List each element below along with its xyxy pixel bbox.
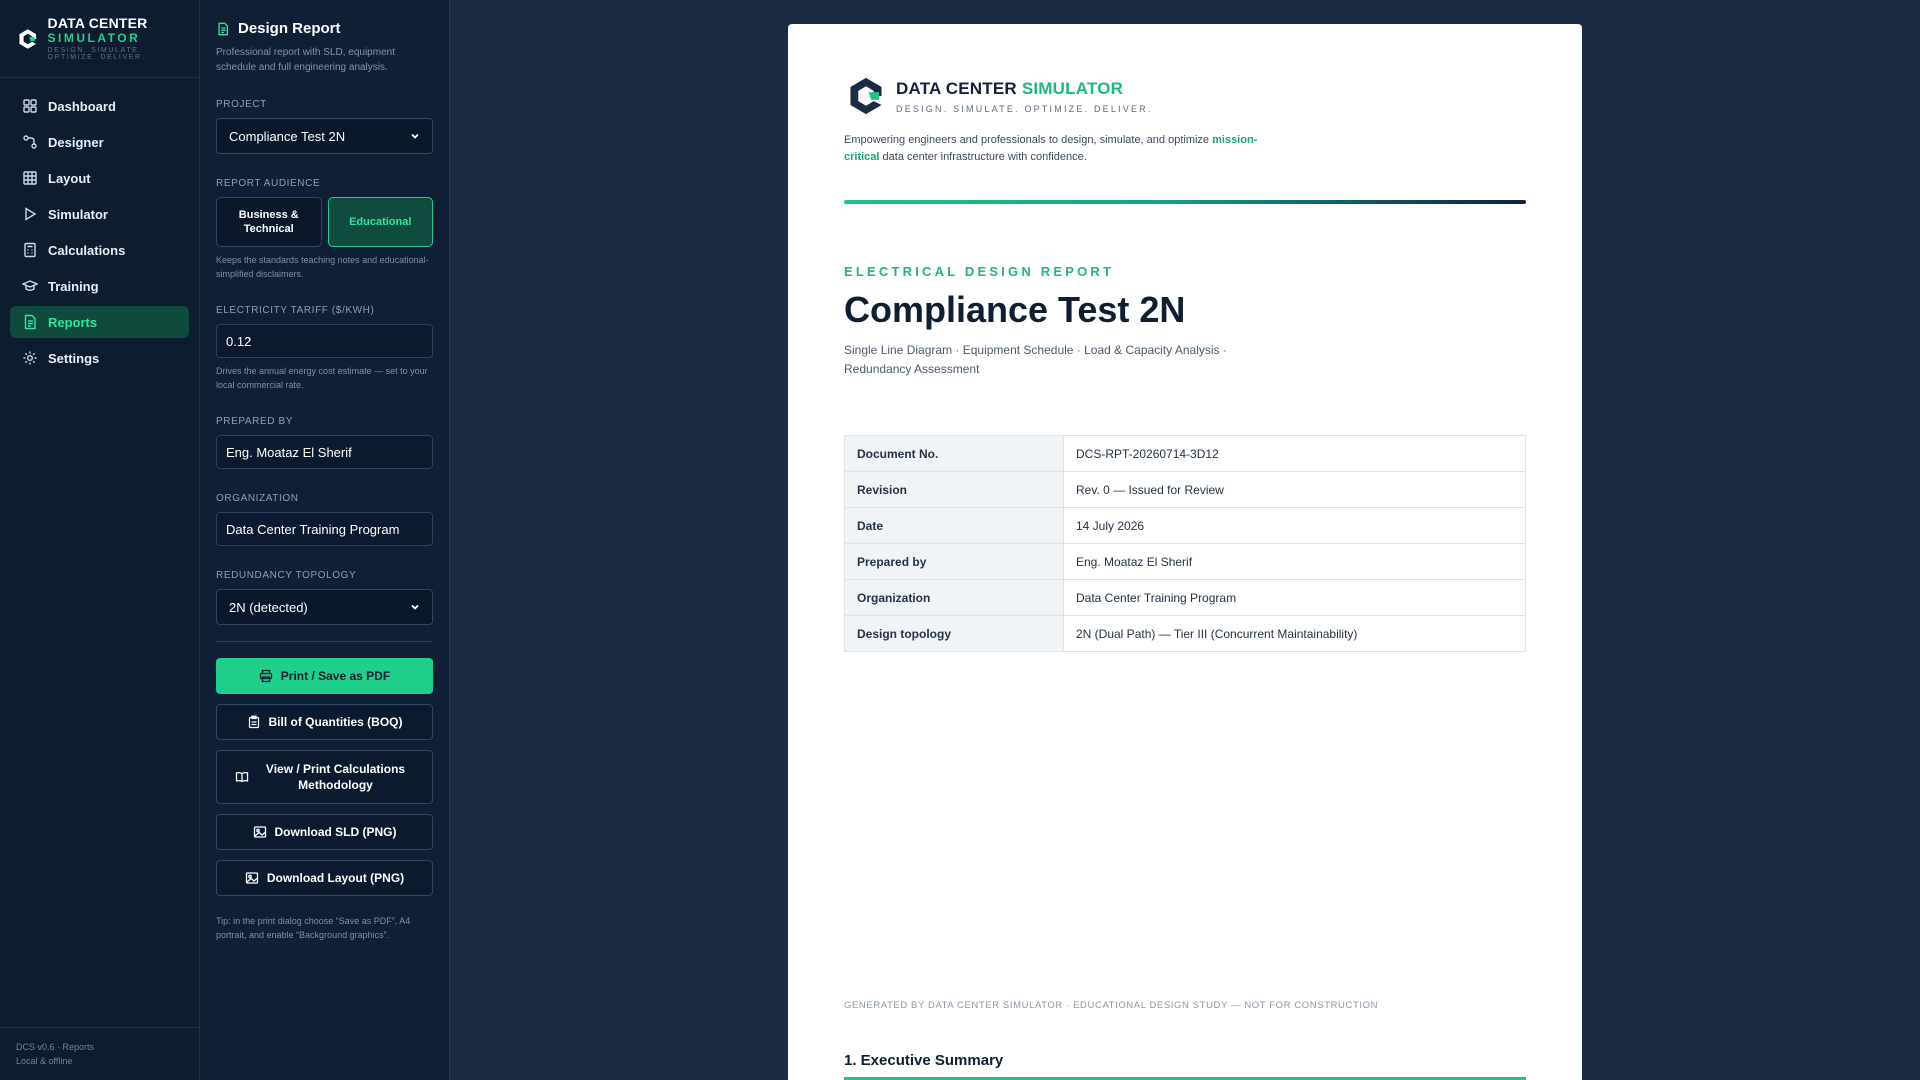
mode-text: Local & offline — [16, 1056, 73, 1066]
topology-select[interactable]: 2N (detected) — [216, 589, 433, 625]
organization-input[interactable]: Data Center Training Program — [216, 512, 433, 546]
table-row: Design topology 2N (Dual Path) — Tier III… — [844, 615, 1526, 652]
download-sld-button[interactable]: Download SLD (PNG) — [216, 814, 433, 850]
audience-toggle: Business & Technical Educational — [216, 197, 433, 247]
gear-icon — [23, 351, 37, 365]
brand-line1: DATA CENTER — [47, 15, 148, 31]
grid-icon — [23, 171, 37, 185]
report-subtitle: Single Line Diagram · Equipment Schedule… — [844, 343, 1227, 376]
nav-item-designer[interactable]: Designer — [10, 126, 189, 158]
nav-label: Training — [48, 278, 99, 294]
tariff-label: ELECTRICITY TARIFF ($/KWH) — [216, 305, 375, 316]
project-select-value: Compliance Test 2N — [229, 128, 346, 144]
clipboard-icon — [248, 715, 259, 729]
nav-list: Dashboard Designer Layout Simulator Calc… — [0, 78, 199, 390]
tariff-hint: Drives the annual energy cost estimate —… — [216, 366, 428, 390]
topology-label: REDUNDANCY TOPOLOGY — [216, 570, 357, 581]
play-icon — [25, 207, 37, 221]
table-row: Prepared by Eng. Moataz El Sherif — [844, 543, 1526, 580]
methodology-label: View / Print Calculations Methodology — [265, 762, 406, 792]
nav-item-training[interactable]: Training — [10, 270, 189, 302]
table-row: Date 14 July 2026 — [844, 507, 1526, 544]
panel-title: Design Report — [238, 20, 341, 37]
chevron-down-icon — [411, 133, 419, 139]
tariff-input[interactable]: 0.12 — [216, 324, 433, 358]
document-icon — [218, 22, 229, 35]
doc-footnote: GENERATED BY DATA CENTER SIMULATOR · EDU… — [844, 1000, 1379, 1011]
version-text: DCS v0.6 · Reports — [16, 1042, 95, 1052]
print-pdf-label: Print / Save as PDF — [280, 669, 391, 683]
document-meta-table: Document No. DCS-RPT-20260714-3D12 Revisi… — [844, 435, 1526, 652]
chevron-down-icon — [411, 604, 419, 610]
download-layout-button[interactable]: Download Layout (PNG) — [216, 860, 433, 896]
main-nav: DATA CENTER SIMULATOR DESIGN. SIMULATE. … — [0, 0, 200, 1080]
logo-icon — [850, 77, 882, 115]
brand-line2: SIMULATOR — [47, 31, 141, 45]
nav-item-layout[interactable]: Layout — [10, 162, 189, 194]
nav-label: Dashboard — [48, 98, 116, 114]
nav-footer: DCS v0.6 · Reports Local & offline — [0, 1027, 199, 1080]
brand[interactable]: DATA CENTER SIMULATOR DESIGN. SIMULATE. … — [0, 0, 199, 78]
nav-label: Settings — [48, 350, 100, 366]
nav-item-dashboard[interactable]: Dashboard — [10, 90, 189, 122]
designer-icon — [23, 135, 37, 149]
nav-label: Simulator — [48, 206, 108, 222]
book-open-icon — [235, 771, 249, 783]
download-sld-label: Download SLD (PNG) — [274, 825, 397, 839]
doc-brand-title: DATA CENTER SIMULATOR — [896, 78, 1124, 98]
graduation-cap-icon — [22, 280, 38, 291]
organization-label: ORGANIZATION — [216, 493, 299, 504]
document-icon — [24, 314, 36, 330]
methodology-button[interactable]: View / Print Calculations Methodology — [216, 750, 433, 804]
nav-label: Calculations — [48, 242, 126, 258]
printer-icon — [259, 669, 272, 683]
print-pdf-button[interactable]: Print / Save as PDF — [216, 658, 433, 694]
boq-button[interactable]: Bill of Quantities (BOQ) — [216, 704, 433, 740]
project-label: PROJECT — [216, 99, 267, 110]
prepared-by-input[interactable]: Eng. Moataz El Sherif — [216, 435, 433, 469]
topology-select-value: 2N (detected) — [229, 599, 308, 615]
nav-item-settings[interactable]: Settings — [10, 342, 189, 374]
print-tip: Tip: in the print dialog choose “Save as… — [216, 916, 411, 940]
report-kicker: ELECTRICAL DESIGN REPORT — [844, 264, 1115, 279]
doc-header-rule — [844, 200, 1526, 204]
nav-item-simulator[interactable]: Simulator — [10, 198, 189, 230]
doc-brand: DATA CENTER SIMULATOR DESIGN. SIMULATE. … — [844, 74, 1526, 118]
project-select[interactable]: Compliance Test 2N — [216, 118, 433, 154]
panel-subtitle: Professional report with SLD, equipment … — [216, 47, 395, 73]
audience-hint: Keeps the standards teaching notes and e… — [216, 255, 429, 279]
dashboard-icon — [23, 99, 37, 113]
image-icon — [245, 872, 258, 884]
nav-label: Designer — [48, 134, 104, 150]
nav-label: Reports — [48, 314, 98, 330]
table-row: Organization Data Center Training Program — [844, 579, 1526, 616]
nav-label: Layout — [48, 170, 91, 186]
section-heading: 1. Executive Summary — [844, 1052, 1526, 1080]
doc-brand-tagline: DESIGN. SIMULATE. OPTIMIZE. DELIVER. — [896, 103, 1153, 114]
table-row: Document No. DCS-RPT-20260714-3D12 — [844, 435, 1526, 472]
audience-label: REPORT AUDIENCE — [216, 178, 321, 189]
boq-label: Bill of Quantities (BOQ) — [268, 715, 403, 729]
prepared-by-label: PREPARED BY — [216, 416, 293, 427]
logo-icon — [19, 28, 37, 49]
report-title: Compliance Test 2N — [844, 289, 1186, 330]
audience-business-button[interactable]: Business & Technical — [216, 197, 322, 247]
nav-item-reports[interactable]: Reports — [10, 306, 189, 338]
nav-item-calculations[interactable]: Calculations — [10, 234, 189, 266]
audience-educational-button[interactable]: Educational — [327, 197, 433, 247]
table-row: Revision Rev. 0 — Issued for Review — [844, 471, 1526, 508]
doc-blurb: Empowering engineers and professionals t… — [844, 134, 1258, 163]
image-icon — [253, 826, 266, 838]
brand-tagline: DESIGN. SIMULATE. OPTIMIZE. DELIVER. — [47, 47, 146, 61]
calculator-icon — [24, 242, 36, 258]
panel-divider — [216, 641, 433, 642]
report-preview: DATA CENTER SIMULATOR DESIGN. SIMULATE. … — [788, 24, 1582, 1080]
report-settings-panel: Design Report Professional report with S… — [200, 0, 450, 1080]
download-layout-label: Download Layout (PNG) — [266, 871, 405, 885]
